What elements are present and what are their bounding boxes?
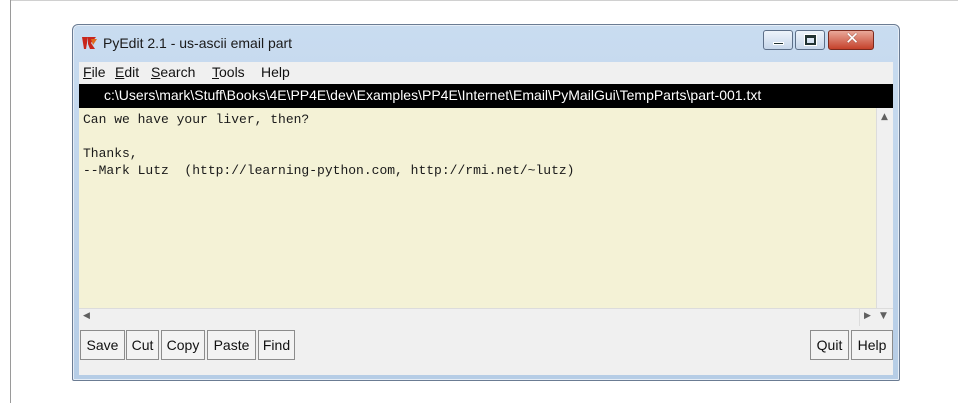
maximize-button[interactable]: [795, 30, 825, 50]
pyedit-window: PyEdit 2.1 - us-ascii email part ✕ File …: [72, 24, 900, 381]
page-top-border: [10, 0, 958, 1]
close-button[interactable]: ✕: [828, 29, 874, 50]
menu-search[interactable]: Search: [151, 64, 195, 80]
copy-button[interactable]: Copy: [161, 330, 205, 360]
minimize-icon: [773, 42, 784, 45]
scroll-up-icon[interactable]: ▲: [881, 112, 888, 122]
minimize-button[interactable]: [763, 30, 793, 50]
scroll-right-icon[interactable]: ▶: [864, 311, 871, 321]
page-left-border: [10, 0, 11, 403]
menu-help[interactable]: Help: [261, 64, 290, 80]
cut-button[interactable]: Cut: [126, 330, 159, 360]
maximize-icon: [805, 35, 816, 45]
menu-edit[interactable]: Edit: [115, 64, 139, 80]
editor-text[interactable]: Can we have your liver, then? Thanks, --…: [83, 111, 574, 179]
help-button[interactable]: Help: [851, 330, 893, 360]
menu-file[interactable]: File: [83, 64, 106, 80]
text-editor[interactable]: Can we have your liver, then? Thanks, --…: [79, 108, 876, 308]
horizontal-scrollbar[interactable]: ◀ ▶ ▼: [79, 308, 893, 326]
scroll-left-icon[interactable]: ◀: [83, 311, 90, 321]
find-button[interactable]: Find: [258, 330, 295, 360]
close-icon: ✕: [845, 29, 860, 49]
menu-bar: File Edit Search Tools Help: [79, 62, 893, 83]
window-title: PyEdit 2.1 - us-ascii email part: [103, 35, 293, 51]
save-button[interactable]: Save: [80, 330, 125, 360]
vertical-scrollbar[interactable]: ▲: [876, 108, 893, 308]
title-bar[interactable]: PyEdit 2.1 - us-ascii email part ✕: [73, 25, 899, 61]
file-path-bar: c:\Users\mark\Stuff\Books\4E\PP4E\dev\Ex…: [79, 84, 893, 108]
client-area: File Edit Search Tools Help c:\Users\mar…: [79, 62, 893, 375]
tk-feather-icon: [82, 37, 97, 49]
button-toolbar: Save Cut Copy Paste Find Quit Help: [79, 326, 893, 375]
quit-button[interactable]: Quit: [810, 330, 849, 360]
menu-tools[interactable]: Tools: [212, 64, 245, 80]
file-path-label: c:\Users\mark\Stuff\Books\4E\PP4E\dev\Ex…: [104, 87, 762, 103]
paste-button[interactable]: Paste: [207, 330, 256, 360]
scroll-down-icon[interactable]: ▼: [880, 311, 887, 321]
